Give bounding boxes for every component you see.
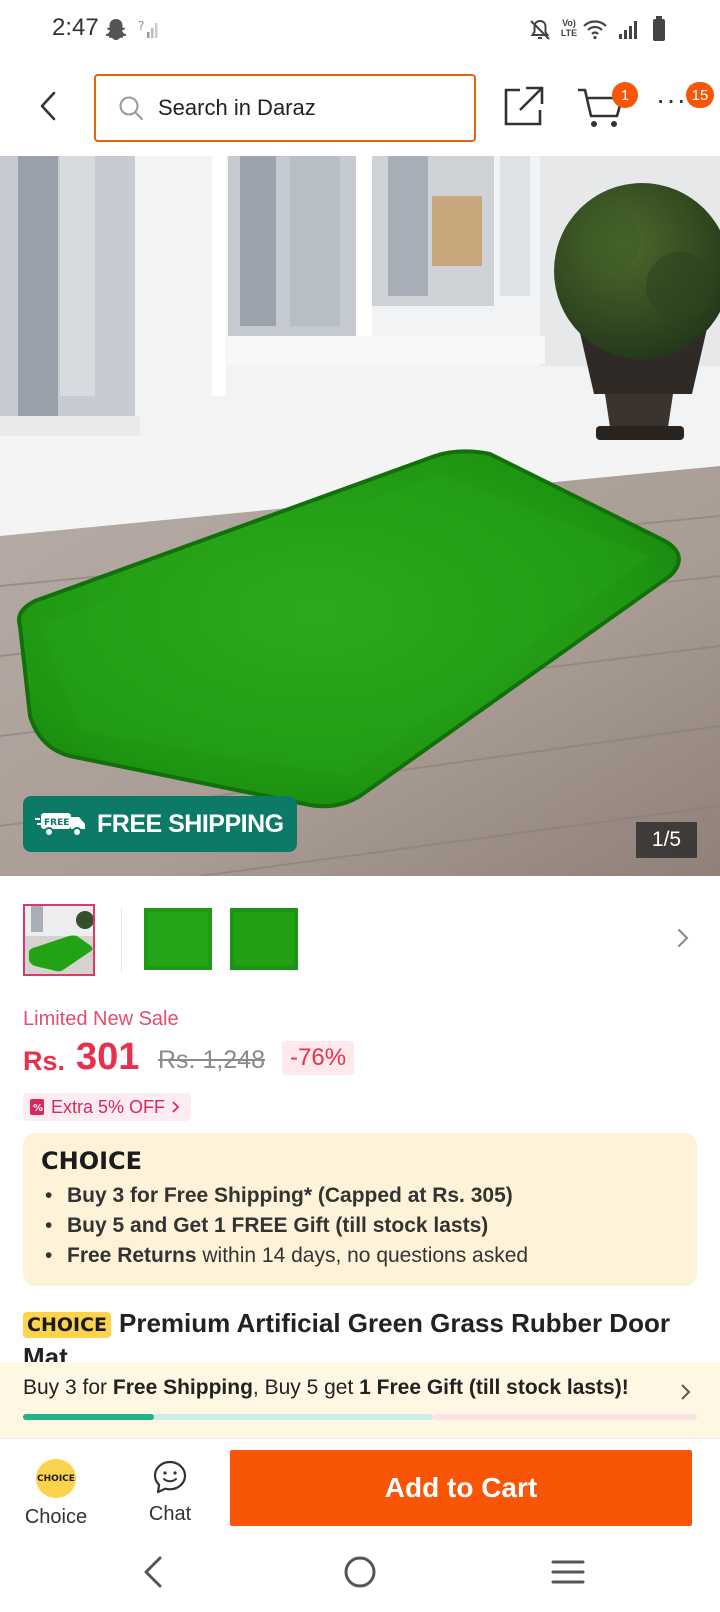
choice-benefits-box: CHOICE • Buy 3 for Free Shipping* (Capped… — [23, 1133, 697, 1286]
free-shipping-label: FREE SHIPPING — [97, 809, 284, 838]
choice-tab-label: Choice — [24, 1506, 88, 1528]
promo-progress-bar — [23, 1414, 433, 1420]
voucher-icon: % — [30, 1099, 44, 1115]
chat-icon — [153, 1460, 187, 1494]
benefit-item: • Buy 5 and Get 1 FREE Gift (till stock l… — [45, 1214, 489, 1237]
chevron-left-icon — [40, 91, 56, 121]
thumbnail-3[interactable] — [228, 904, 300, 976]
status-time: 2:47 — [52, 14, 99, 41]
choice-logo: CHOICE — [41, 1147, 143, 1175]
system-nav-bar — [0, 1538, 720, 1612]
cart-count-badge: 1 — [612, 82, 638, 108]
promo-progress-fill — [23, 1414, 155, 1420]
volte-label: Vo) LTE — [560, 18, 578, 38]
sale-label: Limited New Sale — [23, 1008, 179, 1030]
original-price: Rs. 1,248 — [158, 1046, 266, 1074]
status-bar: 2:47 ? Vo) LTE — [0, 0, 720, 60]
price-currency: Rs. — [23, 1046, 66, 1076]
extra-off-voucher[interactable]: % Extra 5% OFF — [23, 1093, 192, 1121]
thumbnail-2[interactable] — [142, 904, 214, 976]
chevron-right-icon[interactable] — [676, 928, 690, 948]
benefit-item: • Buy 3 for Free Shipping* (Capped at Rs.… — [45, 1184, 513, 1207]
image-counter: 1/5 — [636, 822, 697, 858]
chat-tab-label: Chat — [148, 1503, 192, 1525]
notification-count-badge: 15 — [686, 82, 714, 108]
promo-bar[interactable]: Buy 3 for Free Shipping, Buy 5 get 1 Fre… — [0, 1362, 720, 1438]
search-placeholder: Search in Daraz — [158, 95, 316, 120]
thumbnail-3-image — [228, 904, 300, 976]
svg-text:%: % — [33, 1103, 43, 1114]
svg-text:?: ? — [138, 19, 144, 33]
add-to-cart-button[interactable]: Add to Cart — [230, 1450, 692, 1526]
wifi-icon — [583, 20, 607, 40]
svg-text:FREE: FREE — [44, 818, 69, 828]
chat-tab[interactable]: Chat — [136, 1459, 204, 1529]
thumbnail-2-image — [142, 904, 214, 976]
product-page: 2:47 ? Vo) LTE Search in Daraz ··· 1 15 … — [0, 0, 720, 1612]
bottom-action-bar: CHOICE Choice Chat Add to Cart — [0, 1438, 720, 1538]
thumbnail-1[interactable] — [23, 904, 95, 976]
thumbnail-1-image — [25, 906, 93, 974]
extra-off-label: Extra 5% OFF — [51, 1096, 166, 1117]
chevron-right-icon — [681, 1384, 691, 1400]
promo-progress-track-secondary — [433, 1414, 697, 1420]
delivery-truck-icon: FREE — [35, 813, 85, 837]
promo-text: Buy 3 for Free Shipping, Buy 5 get 1 Fre… — [23, 1376, 629, 1399]
share-icon[interactable] — [500, 84, 546, 130]
top-nav: Search in Daraz ··· — [0, 60, 720, 156]
choice-tab[interactable]: CHOICE Choice — [18, 1459, 94, 1529]
choice-tag: CHOICE — [23, 1312, 111, 1338]
chevron-right-icon — [172, 1101, 180, 1113]
snapchat-icon — [105, 19, 127, 40]
cell-signal-icon — [619, 21, 637, 39]
grass-mat-photo — [0, 156, 720, 876]
mute-bell-icon — [530, 19, 550, 40]
benefit-item: • Free Returns within 14 days, no questio… — [45, 1244, 529, 1267]
current-price: 301 — [76, 1036, 140, 1078]
choice-benefits-list: • Buy 3 for Free Shipping* (Capped at Rs.… — [45, 1181, 528, 1271]
more-menu-button[interactable]: ··· — [656, 84, 687, 116]
search-input[interactable]: Search in Daraz — [94, 74, 476, 142]
choice-coin-icon: CHOICE — [36, 1459, 76, 1498]
free-shipping-badge: FREE FREE SHIPPING — [23, 796, 297, 852]
search-icon — [119, 96, 143, 120]
product-image[interactable] — [0, 156, 720, 876]
nav-home-icon[interactable] — [342, 1552, 378, 1592]
discount-badge: -76% — [282, 1041, 355, 1075]
thumbnail-strip — [0, 890, 720, 986]
battery-icon — [653, 16, 665, 41]
signal-weak-icon: ? — [138, 19, 158, 38]
nav-back-icon[interactable] — [140, 1552, 166, 1592]
back-button[interactable] — [28, 82, 68, 130]
nav-menu-icon[interactable] — [550, 1552, 586, 1592]
